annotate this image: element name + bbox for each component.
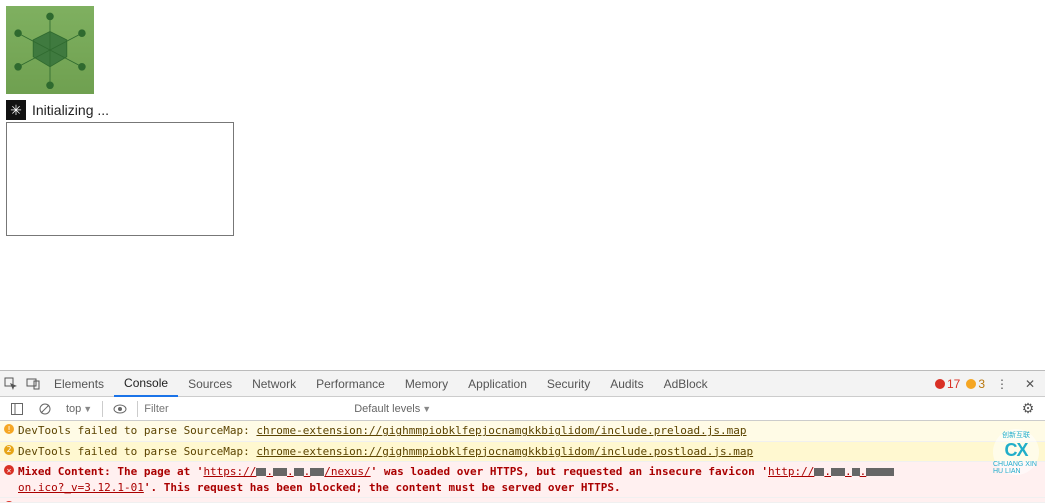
console-warning-row[interactable]: 2 DevTools failed to parse SourceMap: ch… bbox=[0, 442, 1045, 462]
console-text: ' was loaded over HTTPS, but requested a… bbox=[371, 465, 768, 478]
console-text: Mixed Content: The page at ' bbox=[18, 465, 203, 478]
content-placeholder-box bbox=[6, 122, 234, 236]
tab-network[interactable]: Network bbox=[242, 371, 306, 397]
tab-security[interactable]: Security bbox=[537, 371, 600, 397]
devtools-panel: Elements Console Sources Network Perform… bbox=[0, 370, 1045, 503]
error-icon bbox=[935, 379, 945, 389]
tab-elements[interactable]: Elements bbox=[44, 371, 114, 397]
live-expression-icon[interactable] bbox=[109, 398, 131, 420]
sourcemap-link[interactable]: chrome-extension://gighmmpiobklfepjocnam… bbox=[256, 445, 753, 458]
loading-spinner-icon: ✳ bbox=[6, 100, 26, 120]
tab-sources[interactable]: Sources bbox=[178, 371, 242, 397]
console-messages: ! DevTools failed to parse SourceMap: ch… bbox=[0, 421, 1045, 503]
warning-icon bbox=[966, 379, 976, 389]
chevron-down-icon: ▼ bbox=[422, 404, 431, 414]
warning-count-badge[interactable]: 3 bbox=[966, 377, 985, 391]
more-icon[interactable]: ⋮ bbox=[991, 373, 1013, 395]
chevron-down-icon: ▼ bbox=[83, 404, 92, 414]
tab-console[interactable]: Console bbox=[114, 371, 178, 397]
tab-performance[interactable]: Performance bbox=[306, 371, 395, 397]
filter-input[interactable] bbox=[144, 403, 344, 415]
warning-icon: ! bbox=[4, 424, 14, 434]
inspect-element-icon[interactable] bbox=[0, 373, 22, 395]
error-icon: ✕ bbox=[4, 465, 14, 475]
tab-adblock[interactable]: AdBlock bbox=[654, 371, 718, 397]
tab-audits[interactable]: Audits bbox=[600, 371, 653, 397]
console-text: '. This request has been blocked; the co… bbox=[144, 481, 621, 494]
console-warning-row[interactable]: ! DevTools failed to parse SourceMap: ch… bbox=[0, 421, 1045, 441]
watermark-logo: 创新互联 CX CHUANG XIN HU LIAN bbox=[993, 429, 1039, 475]
tab-application[interactable]: Application bbox=[458, 371, 537, 397]
settings-icon[interactable]: ⚙ bbox=[1017, 398, 1039, 420]
initializing-label: Initializing ... bbox=[32, 102, 109, 118]
context-dropdown[interactable]: top ▼ bbox=[62, 403, 96, 415]
device-toggle-icon[interactable] bbox=[22, 373, 44, 395]
log-levels-dropdown[interactable]: Default levels ▼ bbox=[350, 403, 435, 415]
warning-icon: 2 bbox=[4, 445, 14, 455]
close-icon[interactable]: ✕ bbox=[1019, 373, 1041, 395]
sourcemap-link[interactable]: chrome-extension://gighmmpiobklfepjocnam… bbox=[256, 424, 746, 437]
tab-memory[interactable]: Memory bbox=[395, 371, 458, 397]
console-sidebar-toggle-icon[interactable] bbox=[6, 398, 28, 420]
error-count-badge[interactable]: 17 bbox=[935, 377, 960, 391]
page-url-link[interactable]: https://.../nexus/ bbox=[203, 465, 370, 478]
clear-console-icon[interactable] bbox=[34, 398, 56, 420]
console-filter-bar: top ▼ Default levels ▼ ⚙ bbox=[0, 397, 1045, 421]
console-error-row[interactable]: ✕ bbox=[0, 498, 1045, 503]
console-error-row[interactable]: ✕ Mixed Content: The page at 'https://..… bbox=[0, 462, 1045, 498]
devtools-tabbar: Elements Console Sources Network Perform… bbox=[0, 371, 1045, 397]
console-text: DevTools failed to parse SourceMap: bbox=[18, 424, 256, 437]
nexus-logo bbox=[6, 6, 94, 94]
console-text: DevTools failed to parse SourceMap: bbox=[18, 445, 256, 458]
